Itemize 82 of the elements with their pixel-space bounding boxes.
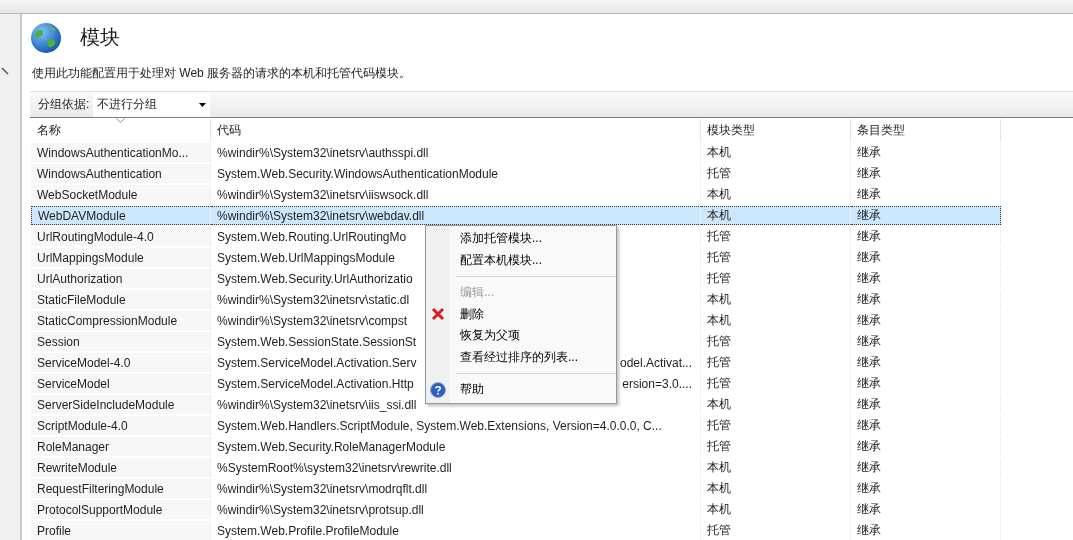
table-cell[interactable]: UrlAuthorization bbox=[31, 269, 211, 288]
table-cell[interactable]: WebSocketModule bbox=[31, 185, 211, 204]
table-cell[interactable]: StaticFileModule bbox=[31, 290, 211, 309]
table-cell: %windir%\System32\inetsrv\iiswsock.dll bbox=[211, 185, 701, 204]
table-cell: 继承 bbox=[851, 227, 1001, 246]
table-cell[interactable]: ServiceModel-4.0 bbox=[31, 353, 211, 372]
table-cell[interactable]: RequestFilteringModule bbox=[31, 479, 211, 498]
table-cell[interactable]: RewriteModule bbox=[31, 458, 211, 477]
page-title: 模块 bbox=[80, 25, 120, 50]
table-cell: 托管 bbox=[701, 164, 851, 183]
table-cell[interactable]: Session bbox=[31, 332, 211, 351]
table-cell: 继承 bbox=[851, 374, 1001, 393]
table-cell: 托管 bbox=[701, 521, 851, 540]
table-cell-text: System.ServiceModel.Activation.Serv bbox=[217, 355, 417, 370]
column-header[interactable]: 模块类型 bbox=[701, 119, 851, 141]
globe-icon bbox=[30, 21, 62, 54]
table-cell: 本机 bbox=[701, 185, 851, 204]
table-cell: 本机 bbox=[701, 143, 851, 162]
table-cell: 托管 bbox=[701, 353, 851, 372]
description-text: 使用此功能配置用于处理对 Web 服务器的请求的本机和托管代码模块。 bbox=[31, 65, 413, 82]
caret-icon bbox=[199, 102, 207, 107]
table-cell-text: ersion=3.0.... bbox=[622, 376, 692, 391]
table-cell: 继承 bbox=[851, 185, 1001, 204]
column-header[interactable]: 代码 bbox=[211, 119, 701, 141]
table-cell: 托管 bbox=[701, 227, 851, 246]
table-cell: 继承 bbox=[851, 395, 1001, 414]
table-cell[interactable]: ProtocolSupportModule bbox=[31, 500, 211, 519]
group-by-label: 分组依据: bbox=[37, 96, 91, 113]
table-cell[interactable]: StaticCompressionModule bbox=[31, 311, 211, 330]
table-cell: 本机 bbox=[701, 500, 851, 519]
table-cell: 继承 bbox=[851, 248, 1001, 267]
table-cell[interactable]: Profile bbox=[31, 521, 211, 540]
group-by-dropdown[interactable]: 不进行分组 bbox=[93, 92, 211, 117]
table-cell: %windir%\System32\inetsrv\authsspi.dll bbox=[211, 143, 701, 162]
table-cell: 继承 bbox=[851, 458, 1001, 477]
table-cell-text: System.ServiceModel.Activation.Http bbox=[217, 376, 414, 391]
table-cell: 本机 bbox=[701, 290, 851, 309]
table-cell: %windir%\System32\inetsrv\modrqflt.dll bbox=[211, 479, 701, 498]
table-cell: 托管 bbox=[701, 437, 851, 456]
table-cell[interactable]: UrlMappingsModule bbox=[31, 248, 211, 267]
table-cell: 本机 bbox=[701, 479, 851, 498]
table-cell: 继承 bbox=[851, 206, 1001, 225]
table-cell: 继承 bbox=[851, 332, 1001, 351]
table-cell: 继承 bbox=[851, 437, 1001, 456]
table-cell: 本机 bbox=[701, 458, 851, 477]
table-cell: System.Web.Security.WindowsAuthenticationModule bbox=[211, 164, 701, 183]
table-cell: System.Web.Profile.ProfileModule bbox=[211, 521, 701, 540]
table-cell[interactable]: WindowsAuthentication bbox=[31, 164, 211, 183]
table-cell: 继承 bbox=[851, 416, 1001, 435]
table-cell: 继承 bbox=[851, 521, 1001, 540]
table-cell: 托管 bbox=[701, 332, 851, 351]
table-cell: System.Web.Handlers.ScriptModule, System.Web.Extensions, Version=4.0.0.0, C... bbox=[211, 416, 701, 435]
table-cell: System.Web.Security.RoleManagerModule bbox=[211, 437, 701, 456]
table-cell: %windir%\System32\inetsrv\webdav.dll bbox=[211, 206, 701, 225]
table-cell[interactable]: ScriptModule-4.0 bbox=[31, 416, 211, 435]
table-cell: 托管 bbox=[701, 416, 851, 435]
table-cell: 本机 bbox=[701, 395, 851, 414]
table-cell: 继承 bbox=[851, 311, 1001, 330]
table-cell: 继承 bbox=[851, 290, 1001, 309]
table-cell-text: odel.Activat... bbox=[619, 355, 692, 370]
table-cell: 本机 bbox=[701, 311, 851, 330]
help-icon bbox=[430, 381, 446, 398]
table-cell: 继承 bbox=[851, 353, 1001, 372]
table-cell: 继承 bbox=[851, 479, 1001, 498]
table-cell: %windir%\System32\inetsrv\protsup.dll bbox=[211, 500, 701, 519]
table-cell: 继承 bbox=[851, 500, 1001, 519]
table-cell: 托管 bbox=[701, 269, 851, 288]
table-cell[interactable]: ServiceModel bbox=[31, 374, 211, 393]
table-cell[interactable]: UrlRoutingModule-4.0 bbox=[31, 227, 211, 246]
table-cell[interactable]: WindowsAuthenticationMo... bbox=[31, 143, 211, 162]
table-cell[interactable]: RoleManager bbox=[31, 437, 211, 456]
table-cell: 继承 bbox=[851, 269, 1001, 288]
table-cell: 托管 bbox=[701, 374, 851, 393]
table-cell: %SystemRoot%\system32\inetsrv\rewrite.dll bbox=[211, 458, 701, 477]
table-cell[interactable]: ServerSideIncludeModule bbox=[31, 395, 211, 414]
table-cell: 本机 bbox=[701, 206, 851, 225]
table-cell[interactable]: WebDAVModule bbox=[31, 206, 211, 225]
delete-icon bbox=[431, 307, 445, 322]
table-cell: 托管 bbox=[701, 248, 851, 267]
table-cell: 继承 bbox=[851, 164, 1001, 183]
table-cell: 继承 bbox=[851, 143, 1001, 162]
column-header[interactable]: 条目类型 bbox=[851, 119, 1001, 141]
